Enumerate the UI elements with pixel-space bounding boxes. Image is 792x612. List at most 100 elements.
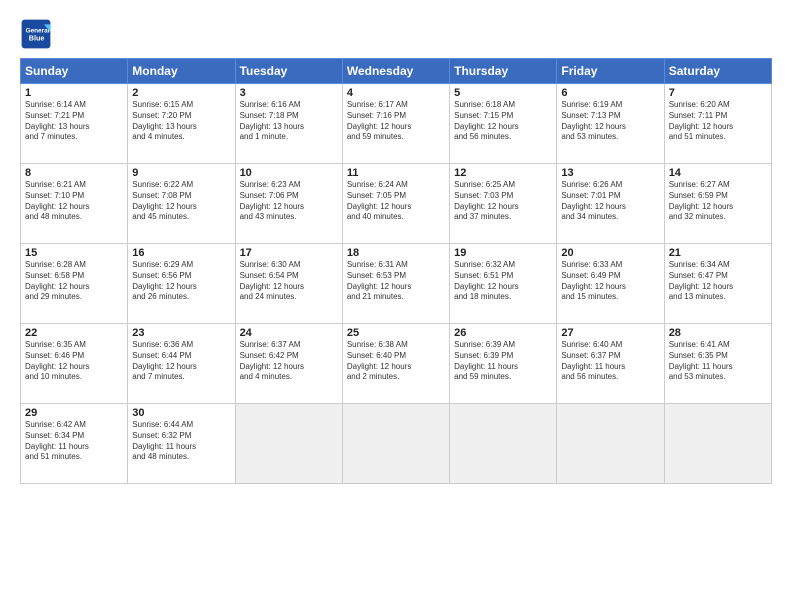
day-number: 26 (454, 327, 552, 339)
day-number: 16 (132, 247, 230, 259)
header-thursday: Thursday (450, 59, 557, 84)
header-tuesday: Tuesday (235, 59, 342, 84)
calendar-cell: 27Sunrise: 6:40 AM Sunset: 6:37 PM Dayli… (557, 324, 664, 404)
calendar-cell: 22Sunrise: 6:35 AM Sunset: 6:46 PM Dayli… (21, 324, 128, 404)
calendar-cell: 29Sunrise: 6:42 AM Sunset: 6:34 PM Dayli… (21, 404, 128, 484)
day-number: 1 (25, 87, 123, 99)
day-info: Sunrise: 6:23 AM Sunset: 7:06 PM Dayligh… (240, 180, 338, 223)
day-info: Sunrise: 6:30 AM Sunset: 6:54 PM Dayligh… (240, 260, 338, 303)
day-info: Sunrise: 6:28 AM Sunset: 6:58 PM Dayligh… (25, 260, 123, 303)
calendar-cell (235, 404, 342, 484)
calendar-cell: 6Sunrise: 6:19 AM Sunset: 7:13 PM Daylig… (557, 84, 664, 164)
day-number: 22 (25, 327, 123, 339)
day-info: Sunrise: 6:20 AM Sunset: 7:11 PM Dayligh… (669, 100, 767, 143)
day-number: 6 (561, 87, 659, 99)
calendar-cell: 28Sunrise: 6:41 AM Sunset: 6:35 PM Dayli… (664, 324, 771, 404)
day-info: Sunrise: 6:42 AM Sunset: 6:34 PM Dayligh… (25, 420, 123, 463)
day-info: Sunrise: 6:16 AM Sunset: 7:18 PM Dayligh… (240, 100, 338, 143)
calendar-week-5: 29Sunrise: 6:42 AM Sunset: 6:34 PM Dayli… (21, 404, 772, 484)
calendar-cell: 2Sunrise: 6:15 AM Sunset: 7:20 PM Daylig… (128, 84, 235, 164)
day-number: 8 (25, 167, 123, 179)
calendar-cell: 14Sunrise: 6:27 AM Sunset: 6:59 PM Dayli… (664, 164, 771, 244)
day-number: 24 (240, 327, 338, 339)
day-info: Sunrise: 6:38 AM Sunset: 6:40 PM Dayligh… (347, 340, 445, 383)
calendar-cell (342, 404, 449, 484)
day-number: 11 (347, 167, 445, 179)
day-number: 13 (561, 167, 659, 179)
day-info: Sunrise: 6:35 AM Sunset: 6:46 PM Dayligh… (25, 340, 123, 383)
calendar-cell: 20Sunrise: 6:33 AM Sunset: 6:49 PM Dayli… (557, 244, 664, 324)
day-number: 19 (454, 247, 552, 259)
day-number: 21 (669, 247, 767, 259)
calendar-cell: 18Sunrise: 6:31 AM Sunset: 6:53 PM Dayli… (342, 244, 449, 324)
calendar-cell (450, 404, 557, 484)
day-number: 25 (347, 327, 445, 339)
calendar-week-1: 1Sunrise: 6:14 AM Sunset: 7:21 PM Daylig… (21, 84, 772, 164)
day-info: Sunrise: 6:31 AM Sunset: 6:53 PM Dayligh… (347, 260, 445, 303)
day-info: Sunrise: 6:15 AM Sunset: 7:20 PM Dayligh… (132, 100, 230, 143)
calendar-cell: 5Sunrise: 6:18 AM Sunset: 7:15 PM Daylig… (450, 84, 557, 164)
day-number: 30 (132, 407, 230, 419)
calendar-cell: 21Sunrise: 6:34 AM Sunset: 6:47 PM Dayli… (664, 244, 771, 324)
calendar-cell: 4Sunrise: 6:17 AM Sunset: 7:16 PM Daylig… (342, 84, 449, 164)
day-number: 29 (25, 407, 123, 419)
calendar-cell: 13Sunrise: 6:26 AM Sunset: 7:01 PM Dayli… (557, 164, 664, 244)
calendar-cell: 24Sunrise: 6:37 AM Sunset: 6:42 PM Dayli… (235, 324, 342, 404)
day-info: Sunrise: 6:25 AM Sunset: 7:03 PM Dayligh… (454, 180, 552, 223)
day-number: 20 (561, 247, 659, 259)
svg-text:Blue: Blue (29, 33, 45, 42)
day-info: Sunrise: 6:44 AM Sunset: 6:32 PM Dayligh… (132, 420, 230, 463)
calendar-week-3: 15Sunrise: 6:28 AM Sunset: 6:58 PM Dayli… (21, 244, 772, 324)
calendar-cell (557, 404, 664, 484)
day-info: Sunrise: 6:27 AM Sunset: 6:59 PM Dayligh… (669, 180, 767, 223)
day-number: 7 (669, 87, 767, 99)
calendar-cell: 8Sunrise: 6:21 AM Sunset: 7:10 PM Daylig… (21, 164, 128, 244)
day-info: Sunrise: 6:40 AM Sunset: 6:37 PM Dayligh… (561, 340, 659, 383)
calendar-cell: 30Sunrise: 6:44 AM Sunset: 6:32 PM Dayli… (128, 404, 235, 484)
header-saturday: Saturday (664, 59, 771, 84)
calendar-cell: 11Sunrise: 6:24 AM Sunset: 7:05 PM Dayli… (342, 164, 449, 244)
calendar-header-row: SundayMondayTuesdayWednesdayThursdayFrid… (21, 59, 772, 84)
day-number: 3 (240, 87, 338, 99)
day-number: 18 (347, 247, 445, 259)
calendar-cell: 7Sunrise: 6:20 AM Sunset: 7:11 PM Daylig… (664, 84, 771, 164)
day-info: Sunrise: 6:39 AM Sunset: 6:39 PM Dayligh… (454, 340, 552, 383)
calendar-cell (664, 404, 771, 484)
calendar-cell: 23Sunrise: 6:36 AM Sunset: 6:44 PM Dayli… (128, 324, 235, 404)
day-number: 5 (454, 87, 552, 99)
day-number: 2 (132, 87, 230, 99)
day-info: Sunrise: 6:26 AM Sunset: 7:01 PM Dayligh… (561, 180, 659, 223)
day-info: Sunrise: 6:36 AM Sunset: 6:44 PM Dayligh… (132, 340, 230, 383)
day-info: Sunrise: 6:14 AM Sunset: 7:21 PM Dayligh… (25, 100, 123, 143)
day-number: 10 (240, 167, 338, 179)
day-info: Sunrise: 6:19 AM Sunset: 7:13 PM Dayligh… (561, 100, 659, 143)
calendar-week-4: 22Sunrise: 6:35 AM Sunset: 6:46 PM Dayli… (21, 324, 772, 404)
day-number: 14 (669, 167, 767, 179)
day-info: Sunrise: 6:18 AM Sunset: 7:15 PM Dayligh… (454, 100, 552, 143)
day-info: Sunrise: 6:24 AM Sunset: 7:05 PM Dayligh… (347, 180, 445, 223)
logo-icon: General Blue (20, 18, 52, 50)
day-info: Sunrise: 6:32 AM Sunset: 6:51 PM Dayligh… (454, 260, 552, 303)
calendar-cell: 16Sunrise: 6:29 AM Sunset: 6:56 PM Dayli… (128, 244, 235, 324)
day-info: Sunrise: 6:22 AM Sunset: 7:08 PM Dayligh… (132, 180, 230, 223)
day-number: 17 (240, 247, 338, 259)
calendar-cell: 9Sunrise: 6:22 AM Sunset: 7:08 PM Daylig… (128, 164, 235, 244)
day-info: Sunrise: 6:34 AM Sunset: 6:47 PM Dayligh… (669, 260, 767, 303)
day-number: 9 (132, 167, 230, 179)
calendar-cell: 12Sunrise: 6:25 AM Sunset: 7:03 PM Dayli… (450, 164, 557, 244)
calendar-cell: 17Sunrise: 6:30 AM Sunset: 6:54 PM Dayli… (235, 244, 342, 324)
day-number: 4 (347, 87, 445, 99)
calendar-cell: 1Sunrise: 6:14 AM Sunset: 7:21 PM Daylig… (21, 84, 128, 164)
page: General Blue SundayMondayTuesdayWednesda… (0, 0, 792, 612)
day-info: Sunrise: 6:21 AM Sunset: 7:10 PM Dayligh… (25, 180, 123, 223)
calendar-cell: 19Sunrise: 6:32 AM Sunset: 6:51 PM Dayli… (450, 244, 557, 324)
day-info: Sunrise: 6:17 AM Sunset: 7:16 PM Dayligh… (347, 100, 445, 143)
day-number: 27 (561, 327, 659, 339)
day-number: 15 (25, 247, 123, 259)
header-friday: Friday (557, 59, 664, 84)
day-info: Sunrise: 6:41 AM Sunset: 6:35 PM Dayligh… (669, 340, 767, 383)
logo: General Blue (20, 18, 56, 50)
calendar-cell: 26Sunrise: 6:39 AM Sunset: 6:39 PM Dayli… (450, 324, 557, 404)
header-wednesday: Wednesday (342, 59, 449, 84)
calendar-table: SundayMondayTuesdayWednesdayThursdayFrid… (20, 58, 772, 484)
